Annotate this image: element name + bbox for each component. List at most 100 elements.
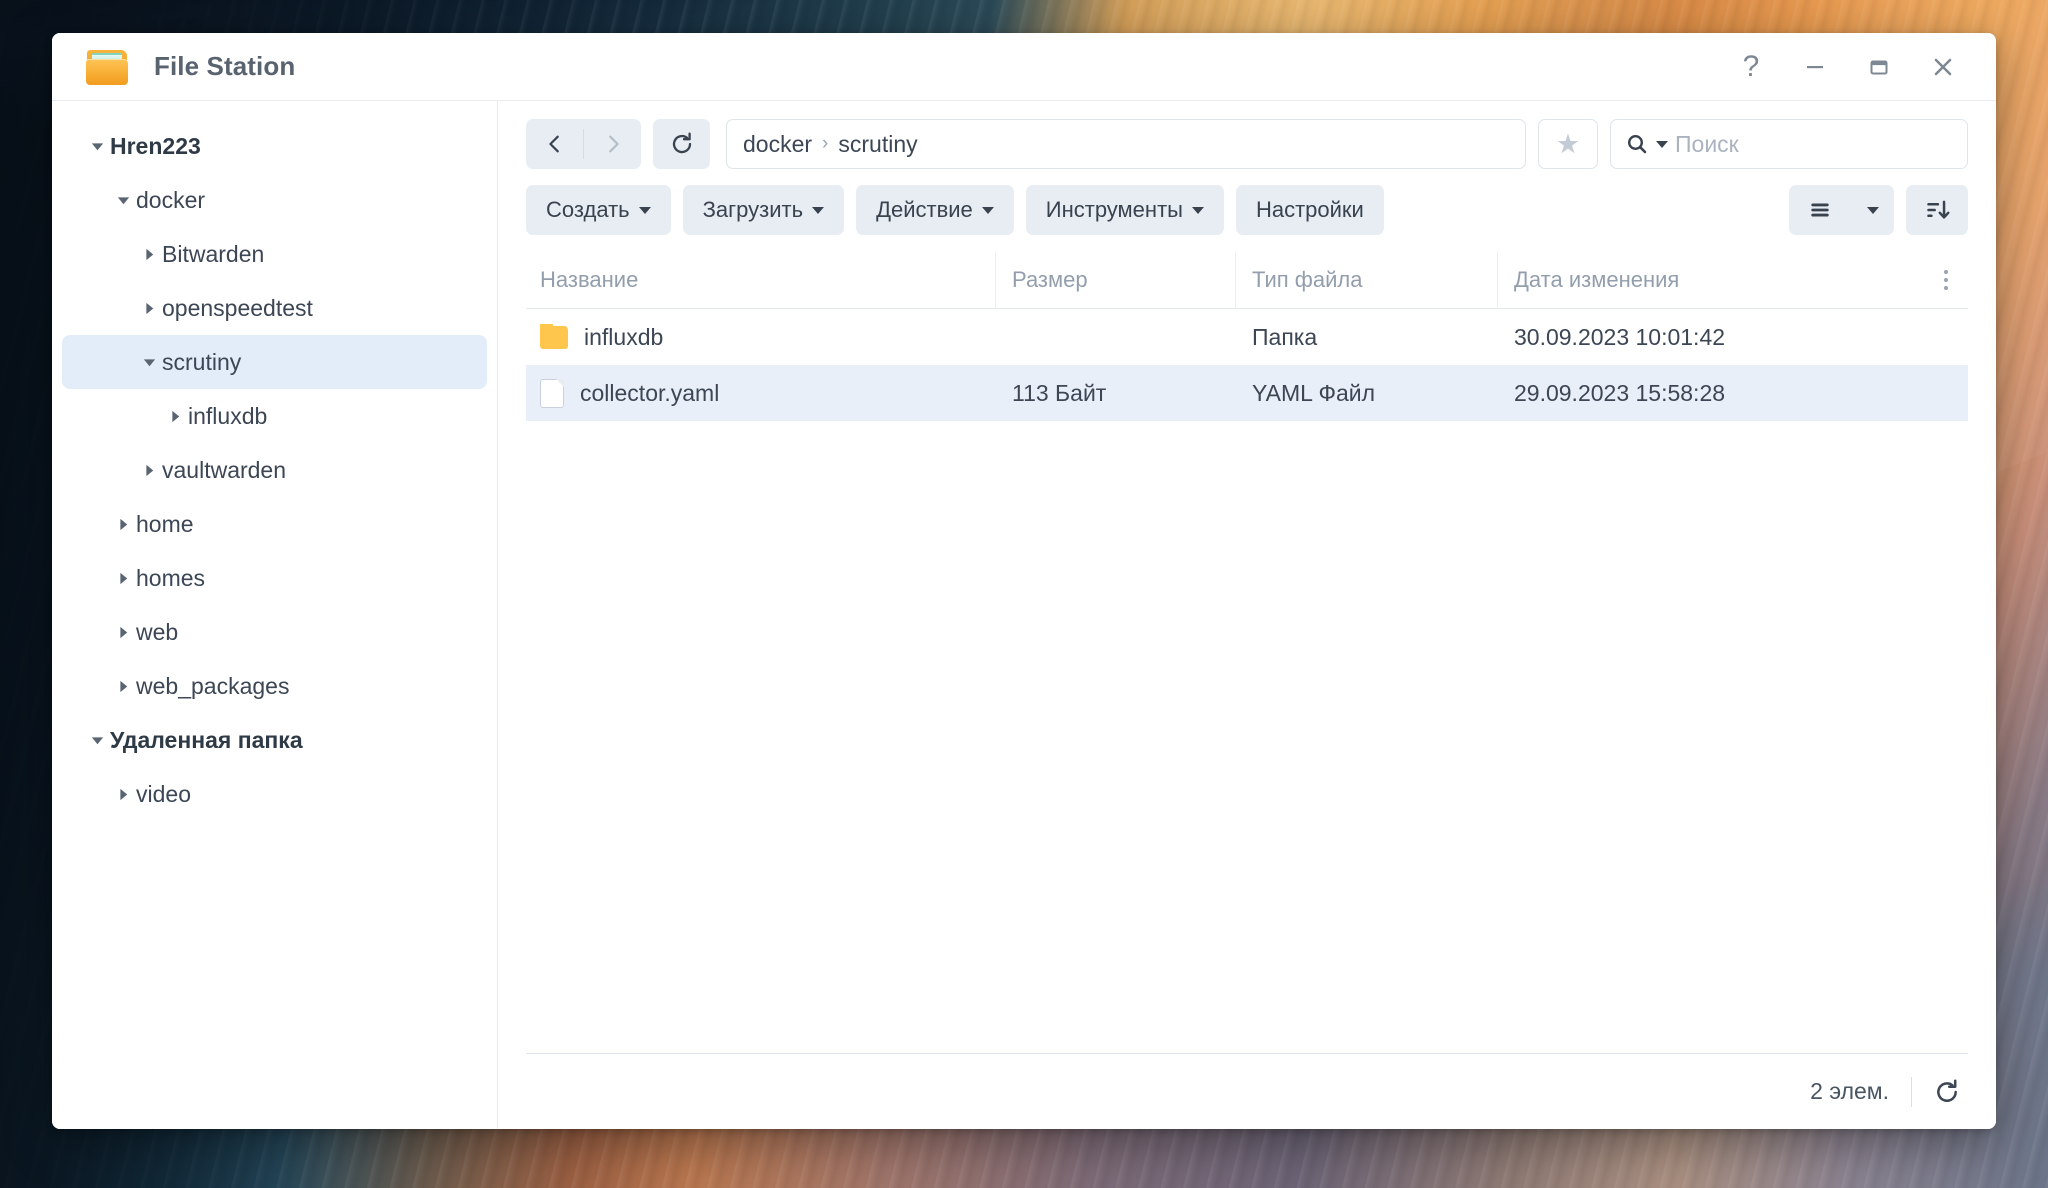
table-row[interactable]: collector.yaml 113 Байт YAML Файл 29.09.202… [526, 365, 1968, 421]
sidebar-item-label: web [136, 618, 179, 645]
triangle-right-icon[interactable] [110, 679, 136, 694]
file-icon [540, 378, 564, 408]
file-name-label: collector.yaml [580, 379, 720, 406]
folder-icon [86, 48, 130, 86]
sidebar-item-openspeedtest[interactable]: openspeedtest [62, 281, 487, 335]
view-controls [1789, 185, 1968, 235]
triangle-down-icon[interactable] [84, 733, 110, 748]
window-controls: ? [1720, 43, 1974, 91]
triangle-right-icon[interactable] [110, 787, 136, 802]
sidebar-item-home[interactable]: home [62, 497, 487, 551]
chevron-down-icon [812, 206, 825, 214]
sidebar-item-label: Удаленная папка [110, 726, 303, 753]
column-header-name[interactable]: Название [526, 251, 996, 308]
sidebar-item-label: scrutiny [162, 348, 242, 375]
triangle-down-icon[interactable] [136, 355, 162, 370]
breadcrumb-item-1[interactable]: scrutiny [838, 131, 917, 158]
view-mode-dropdown-button[interactable] [1852, 206, 1894, 214]
sidebar-item-label: home [136, 510, 194, 537]
sidebar-item-bitwarden[interactable]: Bitwarden [62, 227, 487, 281]
sidebar-item-label: web_packages [136, 672, 290, 699]
triangle-right-icon[interactable] [136, 247, 162, 262]
cell-type: Папка [1252, 323, 1318, 350]
status-refresh-button[interactable] [1934, 1078, 1960, 1105]
search-input[interactable]: Поиск [1610, 119, 1968, 169]
column-options-button[interactable] [1924, 251, 1968, 308]
sort-button[interactable] [1906, 185, 1968, 235]
close-icon [1934, 58, 1952, 75]
file-list-area: Название Размер Тип файла Дата изменения… [498, 235, 1996, 1053]
sidebar-item-hren223[interactable]: Hren223 [62, 119, 487, 173]
sidebar-item-scrutiny[interactable]: scrutiny [62, 335, 487, 389]
minimize-icon [1807, 65, 1823, 68]
help-button[interactable]: ? [1720, 43, 1782, 91]
triangle-down-icon[interactable] [84, 139, 110, 154]
list-view-icon [1811, 203, 1829, 217]
chevron-left-icon [548, 135, 559, 153]
cell-modified: 29.09.2023 15:58:28 [1514, 379, 1726, 406]
breadcrumb[interactable]: docker › scrutiny [726, 119, 1526, 169]
search-icon [1627, 134, 1647, 154]
toolbar-button-0[interactable]: Создать [526, 185, 671, 235]
file-station-window: File Station ? Hren223 docker Bitwarden … [52, 33, 1996, 1129]
toolbar-button-4[interactable]: Настройки [1235, 185, 1384, 235]
sidebar-item-label: influxdb [188, 402, 268, 429]
sidebar-item-vaultwarden[interactable]: vaultwarden [62, 443, 487, 497]
sidebar-item-influxdb[interactable]: influxdb [62, 389, 487, 443]
triangle-down-icon[interactable] [110, 193, 136, 208]
navigation-bar: docker › scrutiny ★ Поиск [498, 101, 1996, 169]
file-name-label: influxdb [584, 323, 664, 350]
window-titlebar: File Station ? [52, 33, 1996, 101]
item-count-label: 2 элем. [1810, 1078, 1889, 1104]
sidebar-item-label: vaultwarden [162, 456, 287, 483]
desktop: File Station ? Hren223 docker Bitwarden … [0, 0, 2048, 1188]
sidebar-item-label: homes [136, 564, 206, 591]
search-placeholder: Поиск [1675, 130, 1739, 157]
folder-tree-sidebar[interactable]: Hren223 docker Bitwarden openspeedtest scrut… [52, 101, 498, 1129]
breadcrumb-item-0[interactable]: docker [743, 131, 812, 158]
sidebar-item-label: video [136, 780, 191, 807]
cell-name[interactable]: collector.yaml [526, 378, 996, 408]
sidebar-item-web_packages[interactable]: web_packages [62, 659, 487, 713]
star-icon: ★ [1555, 128, 1581, 159]
sidebar-item-homes[interactable]: homes [62, 551, 487, 605]
maximize-button[interactable] [1848, 43, 1910, 91]
back-button[interactable] [526, 119, 583, 169]
triangle-right-icon[interactable] [110, 571, 136, 586]
minimize-button[interactable] [1784, 43, 1846, 91]
status-bar: 2 элем. [526, 1053, 1968, 1129]
chevron-down-icon [638, 206, 651, 214]
refresh-button[interactable] [653, 119, 710, 169]
triangle-right-icon[interactable] [136, 463, 162, 478]
sidebar-item-video[interactable]: video [62, 767, 487, 821]
triangle-right-icon[interactable] [110, 625, 136, 640]
search-scope-caret-icon[interactable] [1656, 140, 1668, 148]
sidebar-item-docker[interactable]: docker [62, 173, 487, 227]
toolbar-button-label: Действие [876, 197, 973, 222]
window-title: File Station [154, 51, 296, 81]
list-view-button[interactable] [1789, 197, 1851, 223]
sidebar-item-label: Hren223 [110, 132, 201, 159]
toolbar-button-3[interactable]: Инструменты [1025, 185, 1224, 235]
triangle-right-icon[interactable] [136, 301, 162, 316]
triangle-right-icon[interactable] [162, 409, 188, 424]
favorite-button[interactable]: ★ [1538, 119, 1598, 169]
question-mark-icon: ? [1742, 49, 1760, 83]
toolbar-button-2[interactable]: Действие [856, 185, 1014, 235]
sidebar-item-удаленная-папка[interactable]: Удаленная папка [62, 713, 487, 767]
folder-icon [540, 323, 568, 349]
column-header-modified[interactable]: Дата изменения [1498, 251, 1924, 308]
table-row[interactable]: influxdb Папка 30.09.2023 10:01:42 [526, 309, 1968, 365]
refresh-icon [672, 132, 691, 154]
more-vertical-icon [1944, 269, 1948, 290]
sidebar-item-web[interactable]: web [62, 605, 487, 659]
close-button[interactable] [1912, 43, 1974, 91]
column-header-size[interactable]: Размер [996, 251, 1236, 308]
triangle-right-icon[interactable] [110, 517, 136, 532]
toolbar-button-1[interactable]: Загрузить [682, 185, 845, 235]
cell-modified: 30.09.2023 10:01:42 [1514, 323, 1726, 350]
chevron-right-icon [608, 135, 619, 153]
column-header-type[interactable]: Тип файла [1236, 251, 1498, 308]
forward-button[interactable] [584, 119, 641, 169]
cell-name[interactable]: influxdb [526, 323, 996, 351]
